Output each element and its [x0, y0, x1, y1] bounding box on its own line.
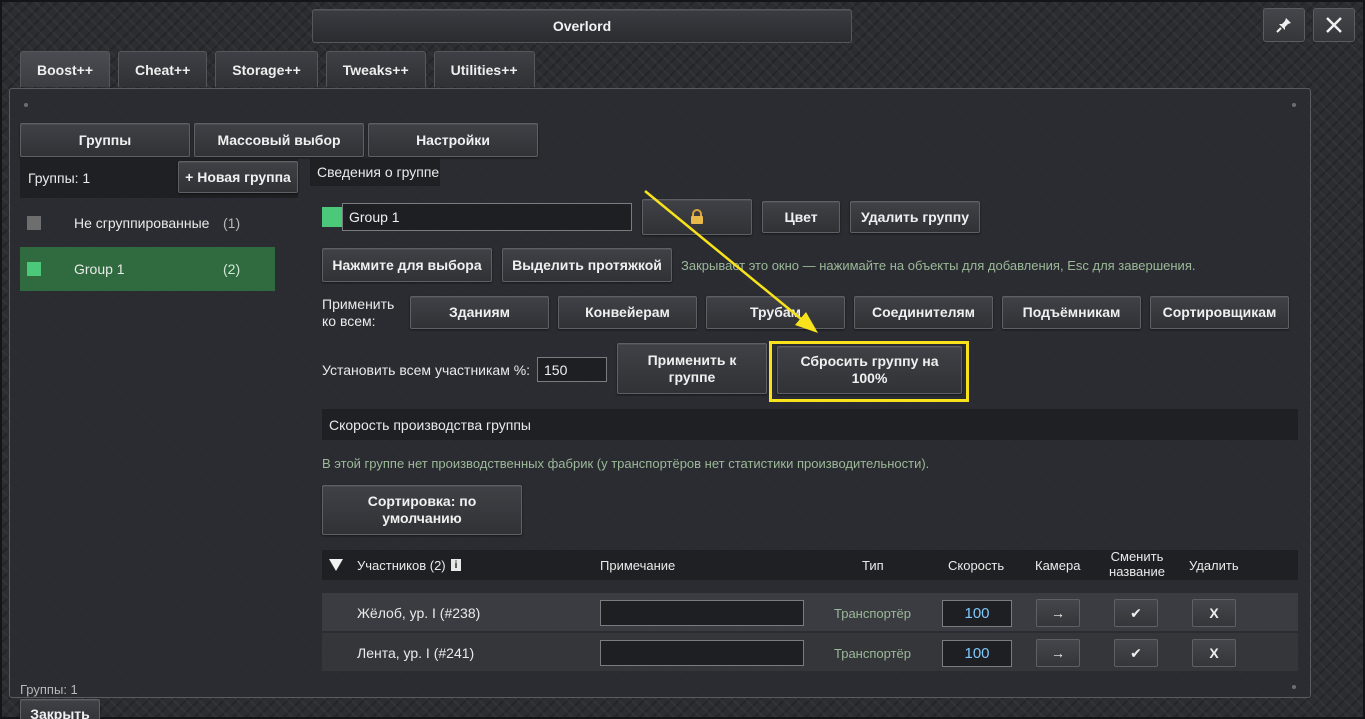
annotation-arrow-head — [795, 312, 818, 333]
annotation-arrow — [644, 190, 818, 333]
annotation-arrow-line — [644, 190, 807, 324]
